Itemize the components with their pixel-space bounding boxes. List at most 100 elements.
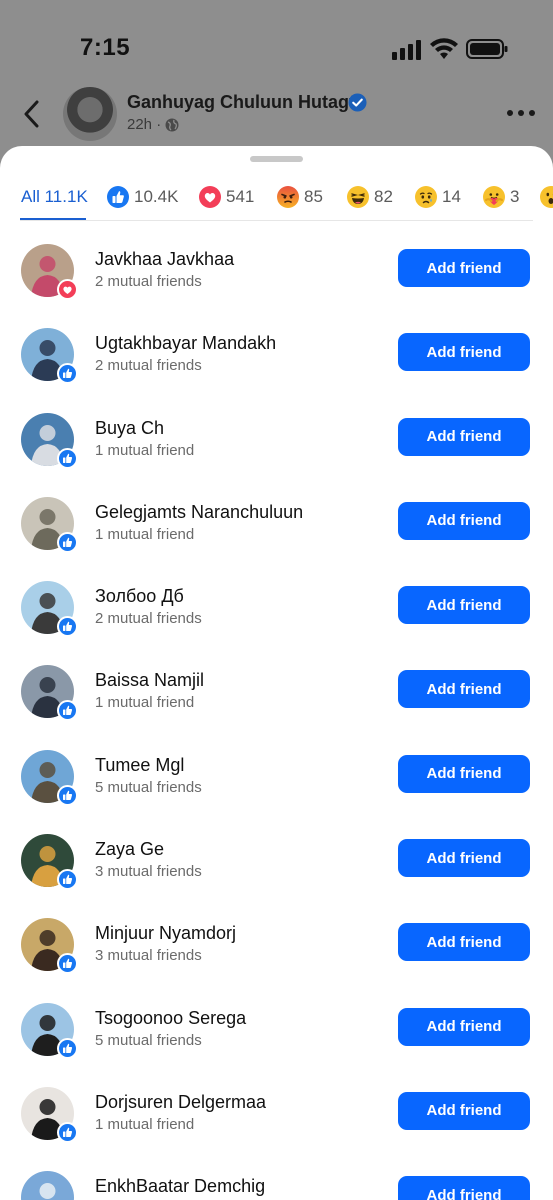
tab-like-count: 10.4K [134,187,179,206]
list-item[interactable]: Золбоо Дб 2 mutual friends Add friend [0,573,553,657]
wifi-icon [430,38,458,59]
add-friend-button[interactable]: Add friend [398,417,530,456]
mutual-friends: 1 mutual friend [95,441,195,459]
person-name[interactable]: Minjuur Nyamdorj [95,923,236,944]
add-friend-button[interactable]: Add friend [398,586,530,625]
add-friend-button[interactable]: Add friend [398,501,530,540]
tab-angry-count: 85 [304,187,323,206]
avatar-wrap[interactable] [21,244,78,300]
love-icon [199,186,221,208]
list-item[interactable]: Ugtakhbayar Mandakh 2 mutual friends Add f… [0,320,553,404]
list-item[interactable]: Zaya Ge 3 mutual friends Add friend [0,826,553,910]
person-name[interactable]: Tumee Mgl [95,755,184,776]
add-friend-button[interactable]: Add friend [398,1176,530,1200]
tab-sad[interactable]: 14 [415,174,461,220]
tab-all[interactable]: All 11.1K [21,174,88,220]
tab-care-count: 3 [510,187,520,206]
list-item[interactable]: Tumee Mgl 5 mutual friends Add friend [0,742,553,826]
avatar-wrap[interactable] [21,412,78,469]
tab-all-label: All 11.1K [21,187,88,206]
list-item[interactable]: Tsogoonoo Serega 5 mutual friends Add frie… [0,995,553,1079]
tab-haha[interactable]: 82 [347,174,393,220]
like-icon [107,186,129,208]
mutual-friends: 5 mutual friends [95,778,202,796]
person-name[interactable]: Zaya Ge [95,839,164,860]
status-time: 7:15 [80,34,131,61]
more-options-icon[interactable] [506,108,536,118]
list-item[interactable]: Dorjsuren Delgermaa 1 mutual friend Add fr… [0,1079,553,1163]
person-name[interactable]: Ugtakhbayar Mandakh [95,333,276,354]
avatar-wrap[interactable] [21,1002,78,1059]
back-arrow-icon[interactable] [18,98,46,130]
avatar[interactable] [21,1171,74,1200]
love-badge-icon [57,279,78,300]
like-badge-icon [57,953,78,975]
like-badge-icon [57,1121,78,1143]
avatar-wrap[interactable] [21,834,78,891]
author-avatar[interactable] [63,87,117,141]
mutual-friends: 2 mutual friends [95,357,202,375]
sad-icon [415,186,437,208]
add-friend-button[interactable]: Add friend [398,670,530,709]
tab-like[interactable]: 10.4K [107,174,178,220]
person-name[interactable]: Золбоо Дб [95,586,184,607]
person-name[interactable]: EnkhBaatar Demchig [95,1176,265,1197]
list-item[interactable]: Baissa Namjil 1 mutual friend Add friend [0,657,553,741]
add-friend-button[interactable]: Add friend [398,839,530,878]
mutual-friends: 1 mutual friend [95,1115,195,1133]
people-list: Javkhaa Javkhaa 2 mutual friends Add frien… [0,236,553,1200]
mutual-friends: 1 mutual friend [95,694,195,712]
mutual-friends: 3 mutual friends [95,863,202,881]
add-friend-button[interactable]: Add friend [398,923,530,962]
avatar-wrap[interactable] [21,918,78,975]
add-friend-button[interactable]: Add friend [398,1091,530,1130]
post-header: Ganhuyag Chuluun Hutagt 22h · [0,80,553,150]
screen: 7:15 Ganhuyag Chuluun Hutagt 22h · All 1… [0,0,553,1200]
like-badge-icon [57,363,78,385]
post-meta: 22h · [127,116,179,133]
tab-care[interactable]: 3 [483,174,519,220]
avatar-wrap[interactable] [21,496,78,553]
like-badge-icon [57,531,78,553]
list-item[interactable]: EnkhBaatar Demchig Add friend [0,1163,553,1200]
avatar-wrap[interactable] [21,1086,78,1143]
add-friend-button[interactable]: Add friend [398,249,530,287]
mutual-friends: 2 mutual friends [95,273,202,290]
person-name[interactable]: Javkhaa Javkhaa [95,249,234,270]
globe-icon [165,118,179,131]
sheet-grabber[interactable] [250,156,303,162]
cellular-signal-icon [392,40,421,60]
list-item[interactable]: Buya Ch 1 mutual friend Add friend [0,405,553,489]
reaction-tabs: All 11.1K 10.4K 541 85 82 14 3 [0,174,553,222]
avatar-wrap[interactable] [21,1171,75,1200]
add-friend-button[interactable]: Add friend [398,333,530,372]
list-item[interactable]: Gelegjamts Naranchuluun 1 mutual friend Ad… [0,489,553,573]
mutual-friends: 1 mutual friend [95,525,195,543]
list-item[interactable]: Minjuur Nyamdorj 3 mutual friends Add frie… [0,910,553,994]
person-name[interactable]: Tsogoonoo Serega [95,1008,246,1029]
avatar-wrap[interactable] [21,328,78,385]
battery-icon [466,39,508,59]
person-name[interactable]: Dorjsuren Delgermaa [95,1092,266,1113]
person-name[interactable]: Buya Ch [95,418,164,439]
like-badge-icon [57,869,78,891]
tab-wow[interactable] [540,174,553,220]
mutual-friends: 3 mutual friends [95,947,202,965]
person-name[interactable]: Gelegjamts Naranchuluun [95,502,303,523]
like-badge-icon [57,700,78,722]
avatar-wrap[interactable] [21,665,78,722]
mutual-friends: 5 mutual friends [95,1031,202,1049]
tabs-divider [20,220,533,221]
list-item[interactable]: Javkhaa Javkhaa 2 mutual friends Add frien… [0,236,553,320]
person-name[interactable]: Baissa Namjil [95,670,204,691]
add-friend-button[interactable]: Add friend [398,1007,530,1046]
tab-angry[interactable]: 85 [277,174,323,220]
avatar-wrap[interactable] [21,749,78,806]
tab-love-count: 541 [226,187,255,206]
avatar-wrap[interactable] [21,581,78,638]
add-friend-button[interactable]: Add friend [398,754,530,793]
tab-love[interactable]: 541 [199,174,254,220]
like-badge-icon [57,447,78,469]
like-badge-icon [57,616,78,638]
author-name[interactable]: Ganhuyag Chuluun Hutagt [127,92,355,113]
